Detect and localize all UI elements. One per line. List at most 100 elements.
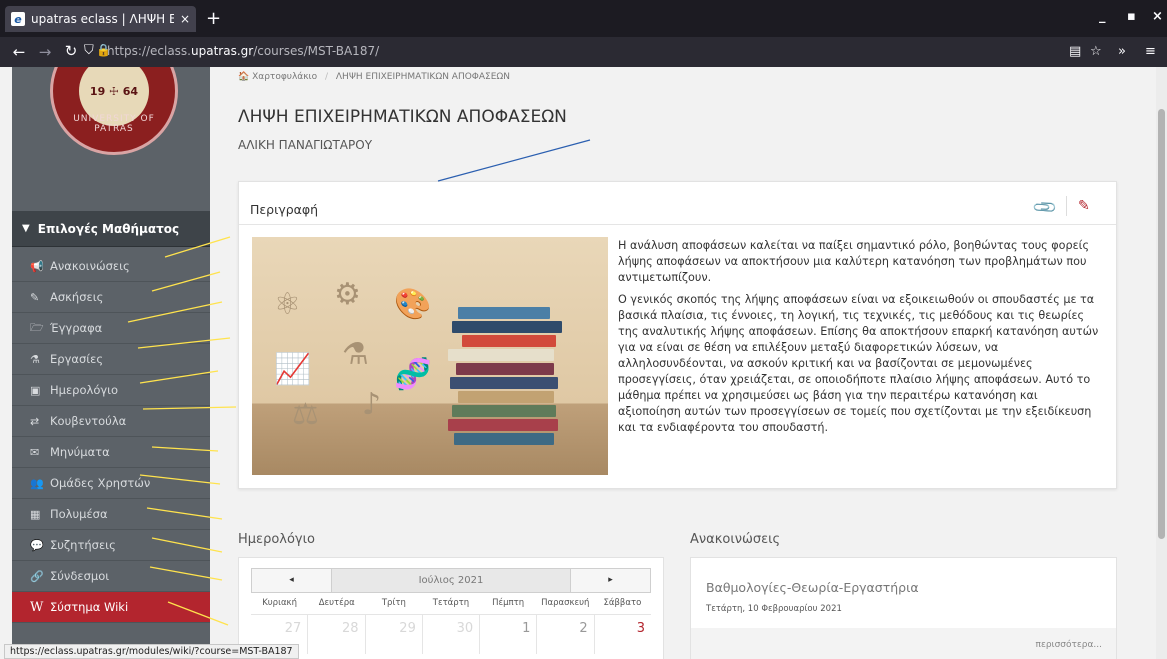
- sidebar-item-label: Ομάδες Χρηστών: [50, 476, 151, 490]
- calendar-prev-button[interactable]: ◂: [252, 569, 332, 592]
- sidebar-item-3[interactable]: 🗁 Έγγραφα: [12, 313, 210, 344]
- announcement-date: Τετάρτη, 10 Φεβρουαρίου 2021: [706, 604, 842, 614]
- dna-icon: 🧬: [394, 357, 432, 392]
- sidebar-item-label: Ανακοινώσεις: [50, 259, 130, 273]
- sidebar-item-12[interactable]: W Σύστημα Wiki: [12, 592, 210, 623]
- eclass-favicon-icon: e: [11, 12, 25, 26]
- calendar-day[interactable]: 1: [480, 615, 538, 654]
- browser-nav-bar: ← → ↻ ⛉ 🔒 https://eclass.upatras.gr/cour…: [0, 37, 1167, 67]
- atom-icon: ⚛: [274, 287, 301, 322]
- announcements-more-link[interactable]: περισσότερα...: [691, 628, 1116, 659]
- page-scrollbar[interactable]: [1156, 67, 1167, 659]
- sidebar-item-label: Εργασίες: [50, 352, 104, 366]
- back-arrow-icon[interactable]: ←: [8, 43, 30, 61]
- course-options-label: Επιλογές Μαθήματος: [37, 221, 180, 236]
- minimize-icon[interactable]: _: [1099, 9, 1106, 24]
- sidebar-item-2[interactable]: ✎ Ασκήσεις: [12, 282, 210, 313]
- book: [448, 419, 558, 431]
- sidebar-item-6[interactable]: ⇄ Κουβεντούλα: [12, 406, 210, 437]
- course-title: ΛΗΨΗ ΕΠΙΧΕΙΡΗΜΑΤΙΚΩΝ ΑΠΟΦΑΣΕΩΝ: [238, 107, 567, 127]
- edit-pen-icon[interactable]: ✎: [1078, 198, 1090, 214]
- book: [456, 363, 554, 375]
- address-bar[interactable]: https://eclass.upatras.gr/courses/MST-BA…: [107, 44, 379, 58]
- header-divider: [1066, 196, 1067, 216]
- reader-view-icon[interactable]: ▤: [1069, 44, 1081, 59]
- megaphone-icon: 📢: [30, 259, 44, 273]
- paperclip-icon[interactable]: 📎: [1031, 194, 1059, 222]
- sidebar-item-label: Πολυμέσα: [50, 507, 108, 521]
- close-window-icon[interactable]: ×: [1152, 9, 1163, 24]
- book: [452, 405, 556, 417]
- breadcrumb: 🏠 Χαρτοφυλάκιο / ΛΗΨΗ ΕΠΙΧΕΙΡΗΜΑΤΙΚΩΝ ΑΠ…: [238, 72, 510, 82]
- weekday-label: Κυριακή: [262, 598, 297, 608]
- palette-icon: 🎨: [394, 287, 432, 322]
- description-title: Περιγραφή: [250, 202, 319, 217]
- announcement-title-link[interactable]: Βαθμολογίες-Θεωρία-Εργαστήρια: [706, 580, 919, 595]
- description-text: Η ανάλυση αποφάσεων καλείται να παίξει σ…: [618, 238, 1104, 442]
- sidebar-item-9[interactable]: ▦ Πολυμέσα: [12, 499, 210, 530]
- reload-icon[interactable]: ↻: [60, 42, 82, 60]
- announcements-heading: Ανακοινώσεις: [690, 532, 781, 547]
- calendar-day[interactable]: 29: [366, 615, 423, 654]
- comments-icon: 💬: [30, 538, 44, 552]
- chart-icon: 📈: [274, 352, 312, 387]
- calendar-day[interactable]: 2: [537, 615, 595, 654]
- calendar-heading: Ημερολόγιο: [238, 532, 315, 547]
- course-instructor: ΑΛΙΚΗ ΠΑΝΑΓΙΩΤΑΡΟΥ: [238, 138, 373, 152]
- maximize-icon[interactable]: ▪: [1127, 9, 1136, 24]
- calendar-day[interactable]: 3: [595, 615, 651, 654]
- calendar-day[interactable]: 30: [423, 615, 481, 654]
- sidebar-item-label: Ασκήσεις: [50, 290, 104, 304]
- calendar-next-button[interactable]: ▸: [570, 569, 650, 592]
- exchange-icon: ⇄: [30, 414, 40, 428]
- calendar-icon: ▣: [30, 383, 41, 397]
- music-note-icon: ♪: [362, 387, 382, 422]
- breadcrumb-separator: /: [324, 72, 329, 82]
- flask-icon: ⚗: [30, 352, 40, 366]
- sidebar-item-5[interactable]: ▣ Ημερολόγιο: [12, 375, 210, 406]
- calendar-weekdays: Κυριακή Δευτέρα Τρίτη Τετάρτη Πέμπτη Παρασκευ…: [251, 598, 651, 608]
- forward-arrow-icon[interactable]: →: [34, 43, 56, 61]
- sidebar-item-10[interactable]: 💬 Συζητήσεις: [12, 530, 210, 561]
- new-tab-button[interactable]: +: [206, 8, 221, 29]
- close-tab-icon[interactable]: ×: [180, 12, 190, 26]
- tab-title: upatras eclass | ΛΗΨΗ ΕΠΙΧΕΙ: [31, 12, 174, 26]
- bookmark-star-icon[interactable]: ☆: [1090, 44, 1102, 59]
- shield-icon[interactable]: ⛉: [84, 43, 94, 58]
- description-header: Περιγραφή 📎 ✎: [239, 182, 1116, 225]
- weekday-label: Πέμπτη: [492, 598, 525, 608]
- hamburger-menu-icon[interactable]: ≡: [1145, 44, 1156, 59]
- description-card: Περιγραφή 📎 ✎ ⚛ ⚙ 🎨 📈 ⚗ 🧬 ⚖ ♪ Η ανάλυση …: [238, 181, 1117, 489]
- book: [454, 433, 554, 445]
- sidebar-item-8[interactable]: 👥 Ομάδες Χρηστών: [12, 468, 210, 499]
- course-options-header[interactable]: ▼ Επιλογές Μαθήματος: [12, 211, 210, 247]
- course-illustration: ⚛ ⚙ 🎨 📈 ⚗ 🧬 ⚖ ♪: [252, 237, 608, 475]
- browser-tab-bar: e upatras eclass | ΛΗΨΗ ΕΠΙΧΕΙ × + _ ▪ ×: [0, 0, 1167, 37]
- film-icon: ▦: [30, 507, 41, 521]
- breadcrumb-home-link[interactable]: Χαρτοφυλάκιο: [252, 72, 317, 82]
- book: [452, 321, 562, 333]
- edit-icon: ✎: [30, 290, 40, 304]
- university-logo: 19 ☩ 64 UNIVERSITY OF PATRAS: [50, 67, 178, 155]
- sidebar-item-7[interactable]: ✉ Μηνύματα: [12, 437, 210, 468]
- weekday-label: Τετάρτη: [432, 598, 470, 608]
- sidebar-item-4[interactable]: ⚗ Εργασίες: [12, 344, 210, 375]
- announcements-card: Βαθμολογίες-Θεωρία-Εργαστήρια Τετάρτη, 1…: [690, 557, 1117, 659]
- home-icon: 🏠: [238, 72, 250, 82]
- overflow-chevron-icon[interactable]: »: [1118, 44, 1126, 59]
- folder-icon: 🗁: [30, 320, 44, 334]
- calendar-day[interactable]: 28: [308, 615, 366, 654]
- chevron-down-icon: ▼: [22, 223, 30, 234]
- sidebar-item-label: Σύνδεσμοι: [50, 569, 110, 583]
- sidebar-item-label: Μηνύματα: [50, 445, 110, 459]
- users-icon: 👥: [30, 476, 44, 490]
- description-paragraph: Η ανάλυση αποφάσεων καλείται να παίξει σ…: [618, 239, 1090, 284]
- browser-tab[interactable]: e upatras eclass | ΛΗΨΗ ΕΠΙΧΕΙ ×: [5, 6, 196, 32]
- sidebar-item-11[interactable]: 🔗 Σύνδεσμοι: [12, 561, 210, 592]
- book: [462, 335, 556, 347]
- sidebar-item-1[interactable]: 📢 Ανακοινώσεις: [12, 251, 210, 282]
- calendar-nav: Ιούλιος 2021 ◂ ▸: [251, 568, 651, 593]
- scrollbar-thumb[interactable]: [1158, 109, 1165, 539]
- link-icon: 🔗: [30, 569, 44, 583]
- sidebar-item-label: Σύστημα Wiki: [50, 600, 129, 614]
